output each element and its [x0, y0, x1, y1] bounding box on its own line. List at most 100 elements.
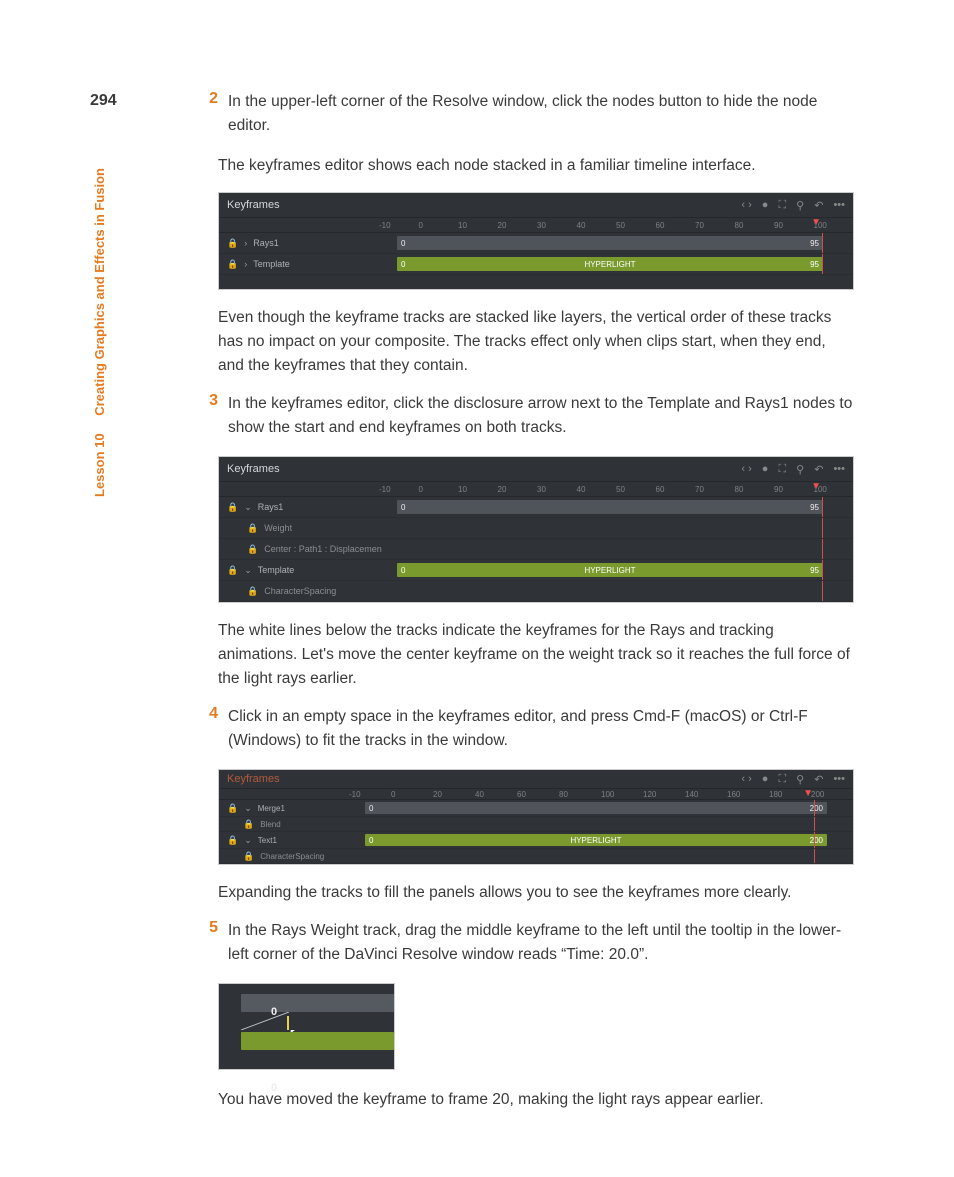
- clip-bar: 0HYPERLIGHT95: [397, 257, 823, 271]
- step-4-followup: Expanding the tracks to fill the panels …: [218, 881, 854, 905]
- nav-arrows-icon: ‹ ›: [741, 773, 751, 785]
- ruler-tick: 20: [498, 221, 538, 230]
- zoom-icon: ⚲: [796, 199, 804, 212]
- lock-icon: 🔒: [227, 565, 238, 576]
- clip-end: 200: [810, 836, 823, 845]
- track-row-template: 🔒›Template 0HYPERLIGHT95: [219, 254, 853, 275]
- clip-bar: 0200: [365, 802, 827, 814]
- step-text: In the upper-left corner of the Resolve …: [228, 90, 854, 138]
- undo-icon: ↶: [814, 463, 823, 476]
- track-row-weight: 🔒 Weight: [219, 518, 853, 539]
- ruler-tick: 60: [656, 485, 696, 494]
- track-row-blend: 🔒Blend: [219, 817, 853, 832]
- track-label: Blend: [260, 820, 280, 829]
- zoom-icon: ⚲: [796, 773, 804, 786]
- playhead-line: [814, 817, 815, 831]
- clip-bar-gray: 0: [241, 994, 394, 1012]
- clip-start: 0: [369, 836, 373, 845]
- track-label: Merge1: [258, 804, 285, 813]
- keyframes-panel-screenshot-1: Keyframes ‹ › ● ⛶ ⚲ ↶ ••• -10 0 10 20 30…: [218, 192, 854, 290]
- track-label: Weight: [264, 523, 292, 533]
- clip-title: HYPERLIGHT: [570, 836, 621, 845]
- lock-icon: 🔒: [227, 238, 238, 249]
- track-label: Text1: [258, 836, 277, 845]
- step-text: In the Rays Weight track, drag the middl…: [228, 919, 854, 967]
- timeline-ruler: -10 0 10 20 30 40 50 60 70 80 90 100 ▼: [219, 482, 853, 497]
- ruler-tick: 80: [559, 790, 601, 799]
- ruler-tick: 60: [656, 221, 696, 230]
- lock-icon: 🔒: [227, 259, 238, 270]
- playhead-line: [822, 539, 823, 559]
- lock-icon: 🔒: [227, 803, 238, 814]
- playhead-icon: ▼: [803, 788, 813, 799]
- lock-icon: 🔒: [227, 835, 238, 846]
- clip-bar: 0 95: [397, 236, 823, 250]
- ruler-tick: 20: [498, 485, 538, 494]
- lock-icon: 🔒: [247, 523, 258, 534]
- ruler-tick: 140: [685, 790, 727, 799]
- panel-title: Keyframes: [227, 773, 280, 785]
- track-row-template: 🔒⌄Template 0HYPERLIGHT95: [219, 560, 853, 581]
- clip-bar: 0HYPERLIGHT95: [397, 563, 823, 577]
- step-text: Click in an empty space in the keyframes…: [228, 705, 854, 753]
- ruler-tick: 30: [537, 485, 577, 494]
- expand-icon: ⛶: [778, 463, 786, 476]
- clip-start: 0: [401, 260, 405, 269]
- step-number: 5: [190, 919, 228, 977]
- dot-icon: ●: [762, 199, 769, 211]
- more-icon: •••: [833, 199, 845, 211]
- playhead-line: [822, 254, 823, 274]
- ruler-tick: -10: [379, 485, 419, 494]
- clip-start: 0: [401, 503, 405, 512]
- ruler-tick: 80: [735, 221, 775, 230]
- lock-icon: 🔒: [243, 851, 254, 862]
- clip-bar: 0 95: [397, 500, 823, 514]
- step-number: 3: [190, 392, 228, 450]
- clip-title: HYPERLIGHT: [584, 566, 635, 575]
- lesson-title: Creating Graphics and Effects in Fusion: [92, 168, 107, 416]
- keyframes-panel-screenshot-2: Keyframes ‹ › ● ⛶ ⚲ ↶ ••• -10 0 10 20 30…: [218, 456, 854, 603]
- disclosure-down-icon: ⌄: [244, 502, 252, 513]
- ruler-tick: 120: [643, 790, 685, 799]
- undo-icon: ↶: [814, 199, 823, 212]
- dot-icon: ●: [762, 773, 769, 785]
- ruler-tick: 0: [419, 221, 459, 230]
- ruler-tick: 40: [577, 485, 617, 494]
- undo-icon: ↶: [814, 773, 823, 786]
- track-row-rays1: 🔒⌄Rays1 095: [219, 497, 853, 518]
- track-label: Center : Path1 : Displacemen: [264, 544, 382, 554]
- zoom-icon: ⚲: [796, 463, 804, 476]
- more-icon: •••: [833, 773, 845, 785]
- clip-start: 0: [369, 804, 373, 813]
- track-row-merge1: 🔒⌄Merge1 0200: [219, 800, 853, 817]
- more-icon: •••: [833, 463, 845, 475]
- page-number: 294: [90, 92, 117, 110]
- ruler-tick: 0: [391, 790, 433, 799]
- ruler-tick: 70: [695, 221, 735, 230]
- disclosure-down-icon: ⌄: [244, 565, 252, 576]
- panel-title: Keyframes: [227, 199, 280, 211]
- track-row-text1: 🔒⌄Text1 0HYPERLIGHT200: [219, 832, 853, 849]
- expand-icon: ⛶: [778, 199, 786, 212]
- clip-end: 95: [810, 503, 819, 512]
- step-number: 2: [190, 90, 228, 148]
- clip-end: 95: [810, 239, 819, 248]
- track-label: Template: [253, 259, 290, 269]
- step-3: 3 In the keyframes editor, click the dis…: [190, 392, 854, 450]
- playhead-line: [822, 560, 823, 580]
- expand-icon: ⛶: [778, 773, 786, 786]
- keyframe-line: [241, 1012, 289, 1030]
- track-row-characterspacing: 🔒 CharacterSpacing: [219, 849, 853, 864]
- track-label: Rays1: [253, 238, 279, 248]
- ruler-tick: 50: [616, 221, 656, 230]
- clip-start: 0: [401, 239, 405, 248]
- step-2-followup-2: Even though the keyframe tracks are stac…: [218, 306, 854, 378]
- playhead-icon: ▼: [811, 217, 821, 228]
- lesson-sidebar: Lesson 10 Creating Graphics and Effects …: [92, 168, 107, 497]
- ruler-tick: 80: [735, 485, 775, 494]
- dot-icon: ●: [762, 463, 769, 475]
- lock-icon: 🔒: [227, 502, 238, 513]
- track-label: CharacterSpacing: [260, 852, 324, 861]
- track-row-rays1: 🔒›Rays1 095: [219, 233, 853, 254]
- ruler-tick: 160: [727, 790, 769, 799]
